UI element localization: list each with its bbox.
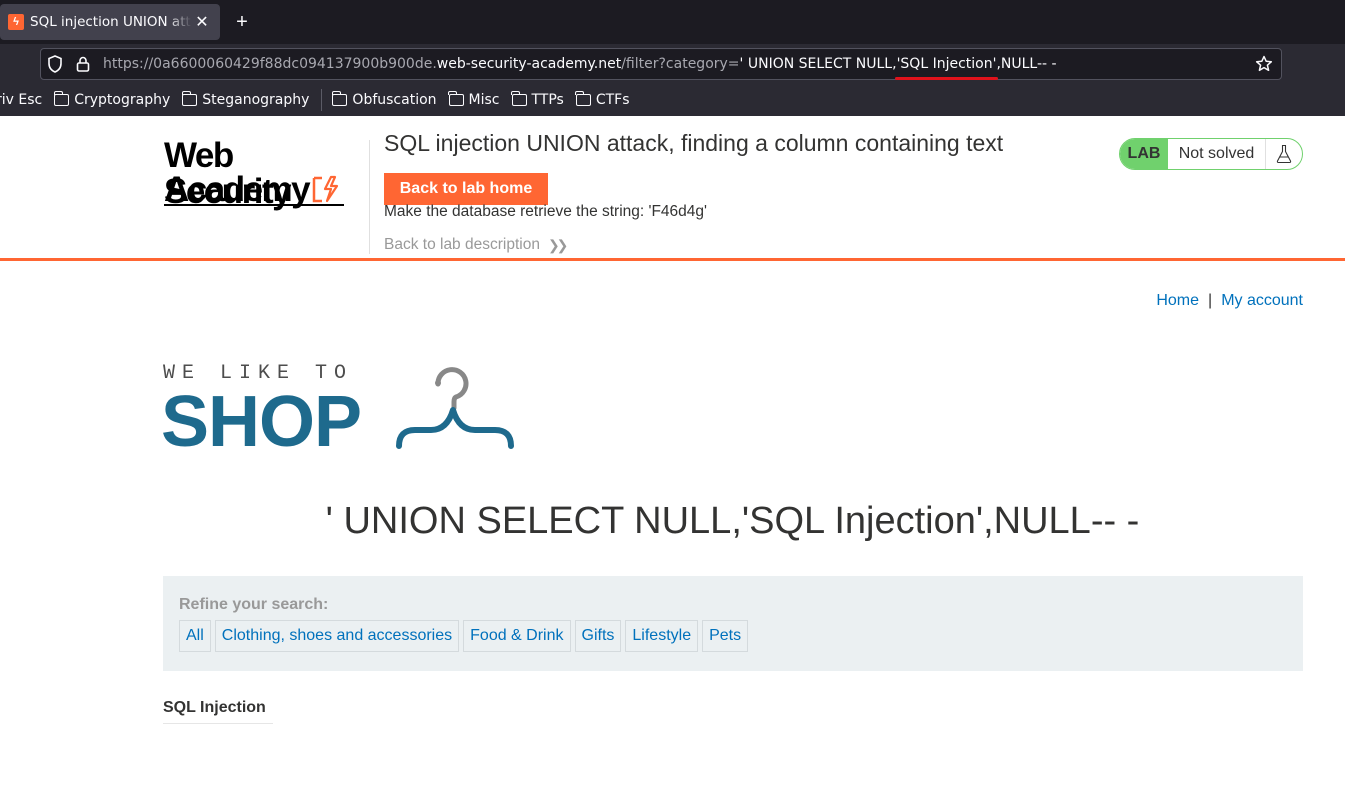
lab-status-badge: LAB Not solved — [1119, 138, 1303, 170]
clothes-hanger-icon — [396, 367, 514, 449]
search-results-heading: ' UNION SELECT NULL,'SQL Injection',NULL… — [325, 500, 1140, 542]
folder-icon — [53, 91, 70, 106]
bookmark-item[interactable]: CTFs — [575, 91, 630, 108]
back-description-label: Back to lab description — [384, 236, 540, 253]
my-account-link[interactable]: My account — [1221, 292, 1303, 310]
web-security-academy-logo[interactable]: Web Security Academy — [164, 138, 364, 210]
bookmark-item[interactable]: Misc — [448, 91, 500, 108]
bookmark-item[interactable]: TTPs — [511, 91, 564, 108]
folder-icon — [331, 91, 348, 106]
filter-panel: Refine your search: All Clothing, shoes a… — [163, 576, 1303, 671]
bookmark-label: Steganography — [202, 92, 310, 108]
product-name: SQL Injection — [163, 699, 266, 716]
lab-label: LAB — [1120, 139, 1168, 169]
bookmark-item[interactable]: riv Esc — [0, 92, 42, 108]
bookmark-item[interactable]: Obfuscation — [331, 91, 437, 108]
folder-icon — [511, 91, 527, 106]
category-filter-link[interactable]: Clothing, shoes and accessories — [214, 620, 460, 652]
double-chevron-right-icon: ❯❯ — [547, 236, 569, 253]
home-link[interactable]: Home — [1156, 292, 1199, 310]
bookmark-label: Cryptography — [74, 92, 171, 108]
bookmark-label: TTPs — [531, 92, 564, 108]
category-filter-link[interactable]: All — [179, 620, 211, 652]
url-text[interactable]: https://0a6600060429f88dc094137900b900de… — [103, 56, 1057, 80]
category-filter-link[interactable]: Food & Drink — [463, 620, 571, 652]
browser-nav-bar: https://0a6600060429f88dc094137900b900de… — [0, 44, 1345, 84]
lock-icon[interactable] — [69, 50, 97, 78]
shop-logo: WE LIKE TO SHOP — [161, 360, 523, 462]
web-security-academy-favicon-icon: ϟ — [8, 14, 24, 30]
shop-name: SHOP — [161, 382, 362, 462]
account-nav: Home | My account — [1156, 292, 1303, 310]
nav-separator: | — [1208, 292, 1213, 309]
folder-icon — [575, 91, 591, 106]
lightning-bolt-icon — [312, 175, 339, 203]
address-bar[interactable]: https://0a6600060429f88dc094137900b900de… — [40, 48, 1282, 80]
lab-objective: Make the database retrieve the string: '… — [384, 203, 707, 220]
new-tab-button[interactable]: + — [230, 10, 254, 34]
shield-icon[interactable] — [41, 50, 69, 78]
url-injected-string: 'SQL Injection' — [894, 56, 999, 80]
filter-label: Refine your search: — [179, 596, 329, 613]
category-filter-list: All Clothing, shoes and accessories Food &… — [179, 620, 752, 652]
browser-tab-bar: ϟ SQL injection UNION attac ✕ + — [0, 0, 1345, 44]
bookmark-label: Misc — [468, 92, 500, 108]
category-filter-link[interactable]: Gifts — [574, 620, 622, 652]
bookmarks-toolbar: riv Esc Cryptography Steganography Obfuscat… — [0, 84, 1345, 116]
lab-status: Not solved — [1168, 139, 1266, 169]
browser-tab[interactable]: ϟ SQL injection UNION attac ✕ — [0, 4, 220, 40]
bookmark-item[interactable]: Steganography — [181, 91, 310, 108]
folder-icon — [181, 91, 198, 106]
logo-underline — [164, 204, 344, 206]
bookmark-item[interactable]: Cryptography — [53, 91, 171, 108]
bookmark-label: riv Esc — [0, 92, 43, 108]
close-tab-icon[interactable]: ✕ — [192, 12, 212, 32]
back-to-lab-home-button[interactable]: Back to lab home — [384, 173, 548, 205]
tab-title: SQL injection UNION attac — [30, 14, 192, 30]
bookmark-label: Obfuscation — [352, 92, 437, 108]
bookmark-separator — [321, 89, 323, 111]
category-filter-link[interactable]: Lifestyle — [625, 620, 699, 652]
bookmark-star-icon[interactable] — [1253, 53, 1275, 75]
product-divider — [163, 723, 273, 724]
category-filter-link[interactable]: Pets — [702, 620, 749, 652]
lab-title: SQL injection UNION attack, finding a co… — [384, 130, 1004, 156]
flask-icon — [1266, 139, 1302, 169]
back-to-lab-description-link[interactable]: Back to lab description ❯❯ — [384, 236, 569, 254]
header-divider — [369, 140, 370, 254]
red-underline-annotation — [894, 77, 999, 80]
bookmark-label: CTFs — [595, 92, 630, 108]
folder-icon — [448, 91, 464, 106]
